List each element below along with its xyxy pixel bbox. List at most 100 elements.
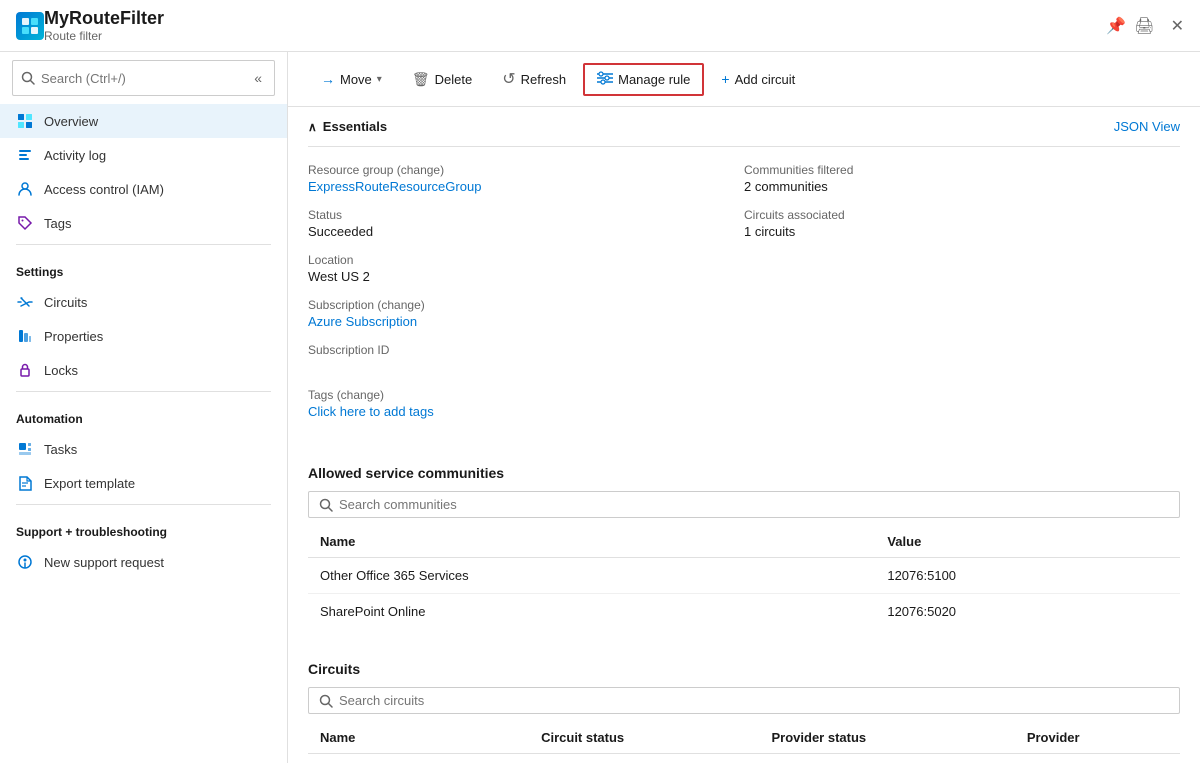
refresh-label: Refresh [521, 72, 567, 87]
essentials-subscription-value: Azure Subscription [308, 314, 744, 329]
circuits-search-box[interactable] [308, 687, 1180, 714]
essentials-left: Resource group (change) ExpressRouteReso… [308, 163, 744, 433]
essentials-subscription-label: Subscription (change) [308, 298, 744, 312]
circuits-col-circuit-status: Circuit status [529, 722, 759, 754]
json-view-link[interactable]: JSON View [1114, 119, 1180, 134]
essentials-header: ∧ Essentials JSON View [308, 107, 1180, 147]
essentials-location-label: Location [308, 253, 744, 267]
move-button[interactable]: → Move ▾ [308, 64, 395, 94]
sidebar-item-locks-label: Locks [44, 363, 78, 378]
sidebar-item-circuits[interactable]: Circuits [0, 285, 287, 319]
circuits-section: Circuits Name Circuit status Provider st… [288, 645, 1200, 763]
circuits-col-name: Name [308, 722, 529, 754]
export-template-icon [16, 474, 34, 492]
manage-rule-icon [597, 71, 613, 88]
circuits-search-icon [319, 694, 333, 708]
circuits-col-provider-status: Provider status [760, 722, 1015, 754]
essentials-tags: Tags (change) Click here to add tags [308, 388, 744, 419]
delete-button[interactable]: 🗑 Delete [399, 64, 485, 95]
app-icon [16, 12, 44, 40]
essentials-tags-label: Tags (change) [308, 388, 744, 402]
circuits-search-input[interactable] [339, 693, 1169, 708]
sidebar-item-support-label: New support request [44, 555, 164, 570]
sidebar-item-support[interactable]: New support request [0, 545, 287, 579]
essentials-resource-group: Resource group (change) ExpressRouteReso… [308, 163, 744, 194]
essentials-communities-filtered: Communities filtered 2 communities [744, 163, 1180, 194]
sidebar-item-activity-log[interactable]: Activity log [0, 138, 287, 172]
sidebar-item-overview-label: Overview [44, 114, 98, 129]
sidebar-item-circuits-label: Circuits [44, 295, 87, 310]
sidebar-item-overview[interactable]: Overview [0, 104, 287, 138]
divider-support [16, 504, 271, 505]
communities-col-name: Name [308, 526, 875, 558]
circuit-name-0: TestERCircuit [308, 754, 529, 763]
locks-icon [16, 361, 34, 379]
communities-search-input[interactable] [339, 497, 1169, 512]
add-circuit-icon: + [721, 71, 729, 87]
subscription-link[interactable]: Azure Subscription [308, 314, 417, 329]
sidebar-item-tasks-label: Tasks [44, 442, 77, 457]
sidebar-item-iam[interactable]: Access control (IAM) [0, 172, 287, 206]
communities-section-title: Allowed service communities [308, 465, 1180, 481]
collapse-button[interactable]: « [250, 66, 266, 90]
sidebar-item-export-template[interactable]: Export template [0, 466, 287, 500]
essentials-status-value: Succeeded [308, 224, 744, 239]
essentials-status: Status Succeeded [308, 208, 744, 239]
delete-label: Delete [435, 72, 473, 87]
title-bar: MyRouteFilter Route filter 📌 🖨 ✕ [0, 0, 1200, 52]
circuits-table: Name Circuit status Provider status Prov… [308, 722, 1180, 763]
main-layout: « Overview Activity l [0, 52, 1200, 763]
move-chevron-icon: ▾ [377, 74, 382, 85]
essentials-grid: Resource group (change) ExpressRouteReso… [308, 147, 1180, 449]
divider-settings [16, 244, 271, 245]
tags-add-link[interactable]: Click here to add tags [308, 404, 434, 419]
title-bar-text: MyRouteFilter Route filter [44, 8, 1106, 43]
move-icon: → [321, 71, 335, 87]
circuit-row-0: TestERCircuit Enabled Provisioned Equini… [308, 754, 1180, 763]
essentials-location-value: West US 2 [308, 269, 744, 284]
essentials-tags-value: Click here to add tags [308, 404, 744, 419]
delete-icon: 🗑 [412, 71, 430, 88]
print-icon[interactable]: 🖨 [1134, 16, 1154, 36]
community-name-1: SharePoint Online [308, 594, 875, 630]
move-label: Move [340, 72, 372, 87]
sidebar-item-tasks[interactable]: Tasks [0, 432, 287, 466]
sidebar-item-export-label: Export template [44, 476, 135, 491]
sidebar-item-iam-label: Access control (IAM) [44, 182, 164, 197]
add-circuit-button[interactable]: + Add circuit [708, 64, 808, 94]
resource-group-link[interactable]: ExpressRouteResourceGroup [308, 179, 481, 194]
refresh-button[interactable]: ↺ Refresh [489, 62, 579, 96]
section-title-automation: Automation [0, 396, 287, 432]
sidebar-item-locks[interactable]: Locks [0, 353, 287, 387]
search-bar[interactable]: « [12, 60, 275, 96]
iam-icon [16, 180, 34, 198]
search-input[interactable] [41, 71, 244, 86]
essentials-subscription-id-value [308, 359, 744, 374]
sidebar-item-properties[interactable]: Properties [0, 319, 287, 353]
resource-group-change-link[interactable]: (change) [397, 163, 444, 177]
communities-search-icon [319, 498, 333, 512]
essentials-title: ∧ Essentials [308, 119, 387, 134]
circuit-status-0: Enabled [529, 754, 759, 763]
toolbar: → Move ▾ 🗑 Delete ↺ Refresh [288, 52, 1200, 107]
essentials-collapse-icon[interactable]: ∧ [308, 120, 317, 134]
close-button[interactable]: ✕ [1171, 16, 1184, 36]
communities-table: Name Value Other Office 365 Services 120… [308, 526, 1180, 629]
circuits-section-title: Circuits [308, 661, 1180, 677]
pin-icon[interactable]: 📌 [1106, 16, 1126, 36]
sidebar-item-tags[interactable]: Tags [0, 206, 287, 240]
tags-icon [16, 214, 34, 232]
sidebar-item-tags-label: Tags [44, 216, 71, 231]
subscription-change-link[interactable]: (change) [377, 298, 424, 312]
circuit-provider-status-0: Provisioned [760, 754, 1015, 763]
support-icon [16, 553, 34, 571]
circuits-col-provider: Provider [1015, 722, 1180, 754]
essentials-subscription-id-label: Subscription ID [308, 343, 744, 357]
manage-rule-button[interactable]: Manage rule [583, 63, 704, 96]
section-title-settings: Settings [0, 249, 287, 285]
tags-change-link[interactable]: (change) [337, 388, 384, 402]
essentials-section: ∧ Essentials JSON View Resource group (c… [288, 107, 1200, 449]
content-area: → Move ▾ 🗑 Delete ↺ Refresh [288, 52, 1200, 763]
community-value-0: 12076:5100 [875, 558, 1180, 594]
communities-search-box[interactable] [308, 491, 1180, 518]
